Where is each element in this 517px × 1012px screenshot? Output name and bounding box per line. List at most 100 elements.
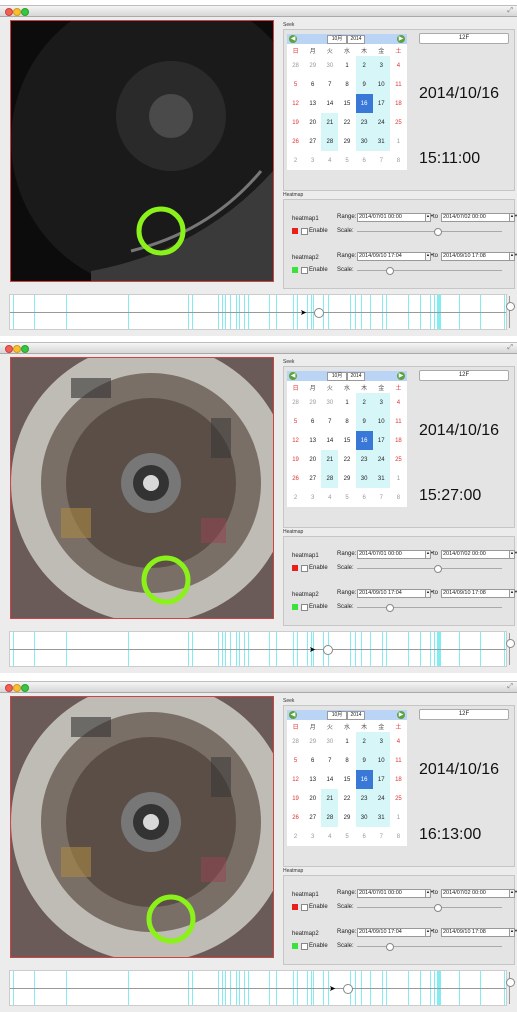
calendar-day[interactable]: 29	[304, 732, 321, 751]
range-from-field[interactable]: 2014/07/01 00:00	[357, 889, 426, 898]
calendar-day[interactable]: 11	[390, 412, 407, 431]
calendar-day[interactable]: 29	[304, 56, 321, 75]
calendar-day[interactable]: 5	[287, 751, 304, 770]
calendar-day[interactable]: 8	[338, 412, 355, 431]
calendar-day[interactable]: 18	[390, 94, 407, 113]
calendar-day[interactable]: 31	[372, 808, 390, 827]
minimize-window-button[interactable]	[13, 8, 21, 16]
calendar-day[interactable]: 13	[304, 431, 321, 450]
range-to-stepper[interactable]: ▲▼	[509, 252, 517, 261]
scale-slider[interactable]	[357, 904, 502, 912]
calendar-day[interactable]: 4	[390, 393, 407, 412]
enable-checkbox[interactable]	[301, 228, 308, 235]
scale-slider[interactable]	[357, 228, 502, 236]
calendar-day[interactable]: 3	[304, 488, 321, 507]
enable-checkbox[interactable]	[301, 904, 308, 911]
floor-button[interactable]: 12F	[419, 33, 509, 44]
heatmap-color-swatch[interactable]	[292, 267, 298, 273]
close-window-button[interactable]	[5, 8, 13, 16]
calendar-day[interactable]: 17	[372, 770, 390, 789]
range-from-stepper[interactable]: ▲▼	[425, 252, 434, 261]
range-to-field[interactable]: 2014/07/02 00:00	[441, 213, 510, 222]
calendar-day[interactable]: 8	[338, 75, 355, 94]
range-from-stepper[interactable]: ▲▼	[425, 889, 434, 898]
calendar-day[interactable]: 20	[304, 450, 321, 469]
minimize-window-button[interactable]	[13, 345, 21, 353]
calendar-day[interactable]: 21	[321, 789, 339, 808]
timeline-playhead[interactable]	[314, 308, 324, 318]
calendar-day[interactable]: 31	[372, 469, 390, 488]
range-to-field[interactable]: 2014/07/02 00:00	[441, 889, 510, 898]
range-to-stepper[interactable]: ▲▼	[509, 213, 517, 222]
calendar-day[interactable]: 4	[321, 151, 338, 170]
range-to-stepper[interactable]: ▲▼	[509, 889, 517, 898]
calendar-day[interactable]: 16	[355, 431, 373, 450]
scale-slider[interactable]	[357, 943, 502, 951]
year-field[interactable]: 2014	[347, 711, 365, 720]
calendar-day[interactable]: 23	[355, 113, 373, 132]
calendar-day[interactable]: 3	[304, 827, 321, 846]
calendar-day[interactable]: 10	[372, 75, 390, 94]
calendar-day[interactable]: 24	[372, 113, 390, 132]
heatmap-color-swatch[interactable]	[292, 904, 298, 910]
calendar-day[interactable]: 8	[390, 827, 407, 846]
calendar-day[interactable]: 7	[373, 151, 390, 170]
calendar-day[interactable]: 11	[390, 751, 407, 770]
range-from-stepper[interactable]: ▲▼	[425, 928, 434, 937]
calendar-day[interactable]: 12	[287, 94, 304, 113]
calendar-day[interactable]: 6	[304, 751, 321, 770]
calendar-day[interactable]: 7	[373, 488, 390, 507]
scale-slider[interactable]	[357, 565, 502, 573]
scale-slider[interactable]	[357, 267, 502, 275]
scale-slider-knob[interactable]	[386, 604, 394, 612]
calendar-day[interactable]: 8	[390, 151, 407, 170]
close-window-button[interactable]	[5, 684, 13, 692]
range-to-stepper[interactable]: ▲▼	[509, 928, 517, 937]
calendar-day[interactable]: 24	[372, 789, 390, 808]
timeline[interactable]: ➤	[9, 294, 507, 330]
prev-month-button[interactable]: ◀	[289, 35, 297, 43]
calendar-day[interactable]: 4	[321, 827, 338, 846]
calendar-day[interactable]: 7	[321, 412, 338, 431]
calendar-day[interactable]: 19	[287, 789, 304, 808]
calendar-day[interactable]: 5	[287, 75, 304, 94]
calendar-day[interactable]: 22	[338, 113, 355, 132]
prev-month-button[interactable]: ◀	[289, 711, 297, 719]
calendar-day[interactable]: 10	[372, 412, 390, 431]
floor-button[interactable]: 12F	[419, 370, 509, 381]
zoom-window-button[interactable]	[21, 684, 29, 692]
calendar-day[interactable]: 15	[338, 431, 355, 450]
calendar-day[interactable]: 29	[338, 808, 355, 827]
next-month-button[interactable]: ▶	[397, 35, 405, 43]
calendar-day[interactable]: 11	[390, 75, 407, 94]
scale-slider-knob[interactable]	[386, 943, 394, 951]
calendar-day[interactable]: 23	[355, 789, 373, 808]
range-to-stepper[interactable]: ▲▼	[509, 589, 517, 598]
calendar-day[interactable]: 30	[355, 132, 373, 151]
calendar-day[interactable]: 1	[338, 56, 355, 75]
calendar-day[interactable]: 4	[390, 732, 407, 751]
month-field[interactable]: 10月	[327, 35, 347, 44]
calendar-day[interactable]: 27	[304, 469, 321, 488]
range-to-field[interactable]: 2014/07/02 00:00	[441, 550, 510, 559]
calendar-day[interactable]: 3	[372, 393, 390, 412]
calendar-day[interactable]: 6	[356, 827, 373, 846]
calendar-day[interactable]: 5	[338, 827, 355, 846]
calendar-day[interactable]: 3	[372, 56, 390, 75]
year-field[interactable]: 2014	[347, 372, 365, 381]
next-month-button[interactable]: ▶	[397, 711, 405, 719]
calendar-day[interactable]: 10	[372, 751, 390, 770]
calendar-day[interactable]: 22	[338, 450, 355, 469]
calendar-day[interactable]: 21	[321, 113, 339, 132]
calendar-day[interactable]: 30	[321, 56, 338, 75]
heatmap-color-swatch[interactable]	[292, 943, 298, 949]
calendar-day[interactable]: 2	[355, 393, 373, 412]
calendar-day[interactable]: 8	[390, 488, 407, 507]
calendar-day[interactable]: 6	[356, 488, 373, 507]
fisheye-camera-view[interactable]	[10, 20, 274, 282]
calendar-day[interactable]: 24	[372, 450, 390, 469]
calendar-day[interactable]: 30	[321, 393, 338, 412]
calendar-day[interactable]: 12	[287, 431, 304, 450]
calendar-day[interactable]: 20	[304, 789, 321, 808]
range-to-field[interactable]: 2014/09/10 17:08	[441, 928, 510, 937]
